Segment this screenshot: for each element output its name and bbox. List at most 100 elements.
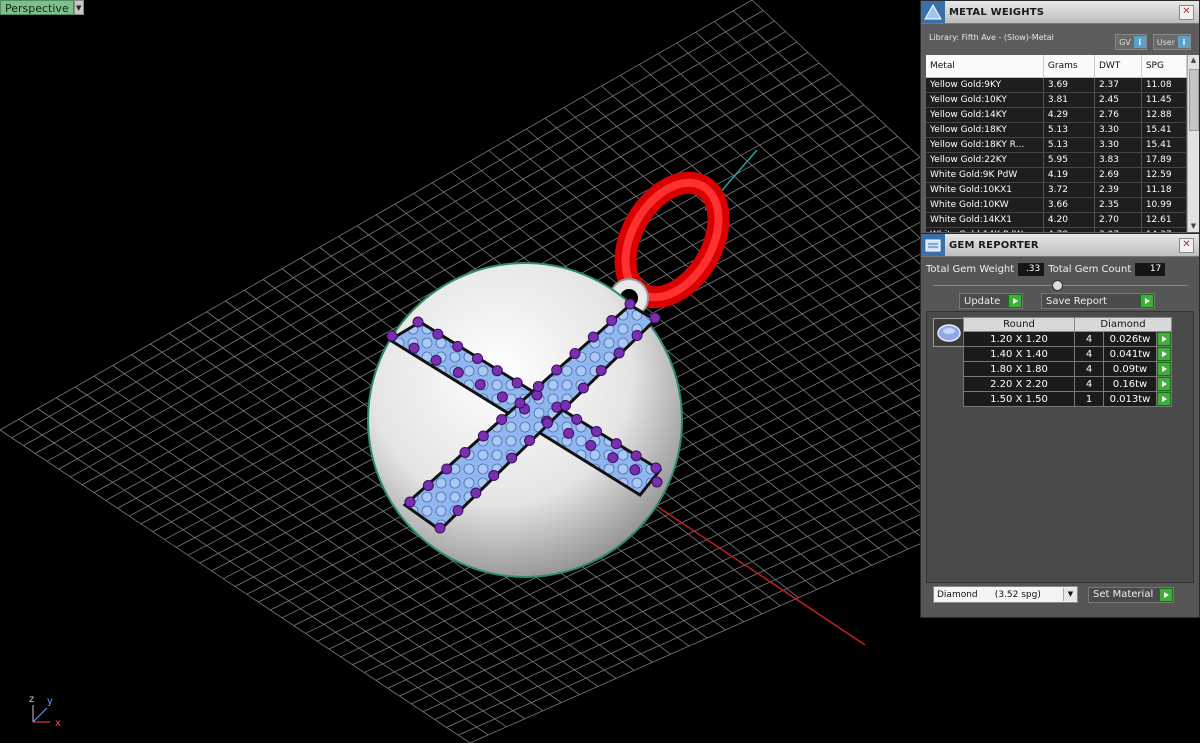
gem-size-cell: 1.20 X 1.20 (963, 331, 1075, 347)
set-material-label: Set Material (1093, 589, 1154, 600)
play-icon[interactable] (1157, 347, 1171, 361)
gem-count-cell: 4 (1074, 361, 1104, 377)
material-select[interactable]: Diamond (3.52 spg) ▼ (933, 586, 1078, 603)
chevron-down-icon[interactable]: ▼ (1063, 588, 1077, 601)
library-row: Library: Fifth Ave - (Slow)-Metal GV i Us… (921, 24, 1199, 50)
gem-row[interactable]: 1.50 X 1.50 1 0.013tw (963, 391, 1173, 407)
gem-row[interactable]: 1.20 X 1.20 4 0.026tw (963, 331, 1173, 347)
save-report-label: Save Report (1046, 295, 1107, 307)
gem-row[interactable]: 1.80 X 1.80 4 0.09tw (963, 361, 1173, 377)
table-row[interactable]: White Gold:10KX1 3.72 2.39 11.18 (926, 182, 1187, 198)
grams-cell: 4.78 (1043, 227, 1095, 232)
column-header-spg[interactable]: SPG (1141, 55, 1187, 78)
user-info-icon[interactable]: i (1178, 36, 1190, 48)
table-row[interactable]: Yellow Gold:14KY 4.29 2.76 12.88 (926, 107, 1187, 123)
play-icon[interactable] (1157, 362, 1171, 376)
panel-slider-knob[interactable] (1052, 280, 1063, 291)
metal-table-scrollbar[interactable]: ▲ ▼ (1187, 55, 1199, 232)
library-label: Library: Fifth Ave - (Slow)-Metal (929, 32, 1054, 42)
spg-cell: 10.99 (1141, 197, 1187, 213)
viewport-label[interactable]: Perspective ▼ (0, 0, 84, 15)
round-gem-icon (933, 318, 965, 347)
table-row[interactable]: White Gold:14KX1 4.20 2.70 12.61 (926, 212, 1187, 228)
spg-cell: 12.88 (1141, 107, 1187, 123)
gem-row[interactable]: 2.20 X 2.20 4 0.16tw (963, 376, 1173, 392)
metal-name-cell: White Gold:9K PdW (926, 167, 1044, 183)
update-button[interactable]: Update (959, 293, 1023, 309)
grams-cell: 3.69 (1043, 77, 1095, 93)
gem-count-cell: 4 (1074, 331, 1104, 347)
scroll-up-icon[interactable]: ▲ (1188, 55, 1199, 66)
gem-row-action[interactable] (1155, 331, 1173, 347)
spg-cell: 15.41 (1141, 137, 1187, 153)
play-icon[interactable] (1157, 392, 1171, 406)
gem-reporter-titlebar[interactable]: GEM REPORTER ✕ (921, 234, 1199, 257)
metal-name-cell: Yellow Gold:10KY (926, 92, 1044, 108)
table-row[interactable]: White Gold:14K PdW4.783.0714.37 (926, 227, 1187, 232)
dwt-cell: 3.07 (1094, 227, 1142, 232)
dwt-cell: 2.76 (1094, 107, 1142, 123)
metal-weights-titlebar[interactable]: METAL WEIGHTS ✕ (921, 1, 1199, 24)
close-icon[interactable]: ✕ (1179, 237, 1194, 253)
close-icon[interactable]: ✕ (1179, 4, 1194, 20)
spg-cell: 14.37 (1141, 227, 1187, 232)
grams-cell: 5.13 (1043, 122, 1095, 138)
gem-row-action[interactable] (1155, 391, 1173, 407)
dwt-cell: 3.30 (1094, 122, 1142, 138)
metal-name-cell: Yellow Gold:14KY (926, 107, 1044, 123)
column-header-metal[interactable]: Metal (926, 55, 1044, 78)
gem-row-action[interactable] (1155, 361, 1173, 377)
metal-name-cell: White Gold:10KW (926, 197, 1044, 213)
play-icon[interactable] (1159, 587, 1173, 602)
spg-cell: 12.59 (1141, 167, 1187, 183)
table-row[interactable]: Yellow Gold:18KY 5.13 3.30 15.41 (926, 122, 1187, 138)
dwt-cell: 3.30 (1094, 137, 1142, 153)
column-header-dwt[interactable]: DWT (1094, 55, 1142, 78)
gem-row-action[interactable] (1155, 376, 1173, 392)
table-row[interactable]: Yellow Gold:22KY 5.95 3.83 17.89 (926, 152, 1187, 168)
play-icon[interactable] (1140, 294, 1154, 308)
play-icon[interactable] (1157, 377, 1171, 391)
save-report-button[interactable]: Save Report (1041, 293, 1155, 309)
spg-cell: 11.18 (1141, 182, 1187, 198)
table-row[interactable]: Yellow Gold:10KY 3.81 2.45 11.45 (926, 92, 1187, 108)
dwt-cell: 2.35 (1094, 197, 1142, 213)
play-icon[interactable] (1008, 294, 1022, 308)
gv-info-icon[interactable]: i (1133, 36, 1146, 48)
gem-reporter-panel: GEM REPORTER ✕ Total Gem Weight .33 Tota… (920, 233, 1200, 618)
set-material-button[interactable]: Set Material (1088, 586, 1174, 603)
gem-row-action[interactable] (1155, 346, 1173, 362)
gem-count-cell: 4 (1074, 376, 1104, 392)
dwt-cell: 2.70 (1094, 212, 1142, 228)
dwt-cell: 2.69 (1094, 167, 1142, 183)
gizmo-x-label: x (55, 718, 61, 729)
gem-row[interactable]: 1.40 X 1.40 4 0.041tw (963, 346, 1173, 362)
grams-cell: 3.66 (1043, 197, 1095, 213)
table-row[interactable]: Yellow Gold:9KY 3.69 2.37 11.08 (926, 77, 1187, 93)
gem-size-cell: 2.20 X 2.20 (963, 376, 1075, 392)
table-row[interactable]: Yellow Gold:18KY R... 5.13 3.30 15.41 (926, 137, 1187, 153)
play-icon[interactable] (1157, 332, 1171, 346)
metal-name-cell: Yellow Gold:22KY (926, 152, 1044, 168)
scroll-thumb[interactable] (1189, 69, 1199, 131)
table-row[interactable]: White Gold:9K PdW 4.19 2.69 12.59 (926, 167, 1187, 183)
table-row[interactable]: White Gold:10KW 3.66 2.35 10.99 (926, 197, 1187, 213)
total-gem-count-value: 17 (1135, 262, 1166, 276)
metal-weights-panel: METAL WEIGHTS ✕ Library: Fifth Ave - (Sl… (920, 0, 1200, 235)
dwt-cell: 2.39 (1094, 182, 1142, 198)
user-toggle[interactable]: User i (1152, 34, 1191, 50)
viewport-menu-arrow-icon[interactable]: ▼ (73, 0, 84, 15)
gem-count-cell: 1 (1074, 391, 1104, 407)
x-axis-line (654, 504, 866, 646)
metal-name-cell: White Gold:14K PdW (926, 227, 1044, 232)
gem-list-area: Round Diamond 1.20 X 1.20 4 0.026tw 1.40 X … (926, 311, 1194, 583)
scroll-down-icon[interactable]: ▼ (1188, 221, 1199, 232)
gem-table: Round Diamond 1.20 X 1.20 4 0.026tw 1.40 X … (963, 317, 1173, 407)
column-header-grams[interactable]: Grams (1043, 55, 1095, 78)
spg-cell: 11.45 (1141, 92, 1187, 108)
metal-table[interactable]: Metal Grams DWT SPG Yellow Gold:9KY 3.69 2… (926, 55, 1187, 232)
gem-reporter-title: GEM REPORTER (949, 239, 1039, 251)
gv-toggle[interactable]: GV i (1115, 34, 1147, 50)
viewport-name[interactable]: Perspective (0, 0, 74, 15)
spg-cell: 11.08 (1141, 77, 1187, 93)
